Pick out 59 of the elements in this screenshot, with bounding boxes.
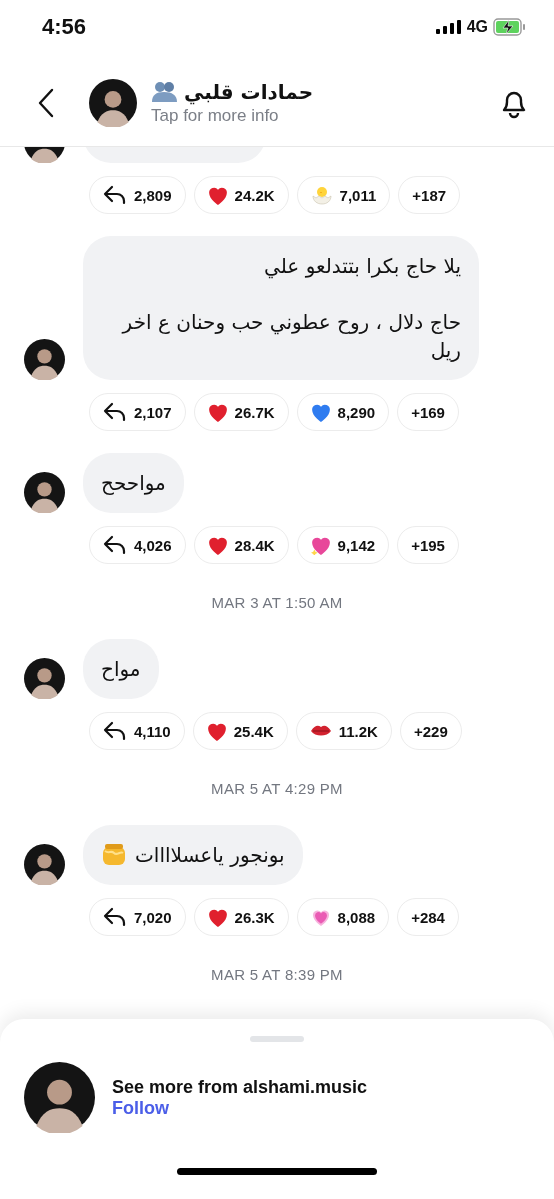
sparkling-heart-icon	[310, 535, 331, 555]
back-icon[interactable]	[38, 88, 54, 118]
reaction-chip[interactable]: +169	[397, 393, 459, 431]
reaction-chip[interactable]: 7,020	[89, 898, 186, 936]
reaction-chip[interactable]: 4,110	[89, 712, 185, 750]
avatar[interactable]	[89, 79, 137, 127]
network-label: 4G	[466, 18, 488, 36]
reaction-chip[interactable]: 11.2K	[295, 712, 392, 750]
heart-icon	[206, 721, 227, 741]
glowing-heart-icon	[310, 907, 331, 927]
heart-icon	[207, 907, 228, 927]
reply-arrow-icon	[103, 721, 127, 741]
reaction-chip[interactable]: 26.7K	[193, 393, 289, 431]
sender-avatar[interactable]	[24, 844, 65, 885]
sender-avatar[interactable]	[24, 339, 65, 380]
reply-arrow-icon	[103, 907, 127, 927]
reaction-chip[interactable]: 25.4K	[192, 712, 288, 750]
clock-time: 4:56	[42, 14, 87, 40]
signal-icon	[435, 20, 462, 34]
heart-icon	[207, 185, 228, 205]
people-hugging-icon	[151, 81, 178, 103]
reply-arrow-icon	[103, 185, 127, 205]
timestamp: MAR 5 AT 8:39 PM	[210, 966, 344, 983]
message-bubble[interactable]: مواححح	[83, 453, 184, 513]
reaction-chip[interactable]: +229	[399, 712, 462, 750]
chat-title[interactable]: حمادات قلبي	[184, 80, 314, 104]
reaction-chip[interactable]: 8,088	[296, 898, 390, 936]
sender-avatar[interactable]	[24, 658, 65, 699]
reply-arrow-icon	[103, 535, 127, 555]
message-bubble[interactable]: بونجور ياعسلاااات	[83, 825, 303, 885]
see-more-text: See more from alshami.music	[112, 1076, 368, 1098]
reaction-chip[interactable]: 9,142	[296, 526, 390, 564]
reply-arrow-icon	[103, 402, 127, 422]
follow-link[interactable]: Follow	[112, 1097, 368, 1119]
reaction-chip[interactable]: 2,809	[89, 176, 186, 214]
battery-charging-icon	[493, 18, 526, 36]
heart-icon	[310, 402, 331, 422]
message-bubble[interactable]: مواح	[83, 639, 159, 699]
honey-pot-icon	[101, 841, 127, 867]
reaction-chip[interactable]: 4,026	[89, 526, 186, 564]
reaction-chip[interactable]: 8,290	[296, 393, 390, 431]
sheet-handle[interactable]	[250, 1036, 304, 1042]
reaction-chip[interactable]: +284	[397, 898, 459, 936]
message-bubble[interactable]: يلا حاج بكرا بتتدلعو علي حاج دلال ، روح عطوني حب وحنان ع اخر ريل	[83, 236, 479, 380]
sender-avatar[interactable]	[24, 472, 65, 513]
hatching-chick-icon	[310, 185, 333, 205]
reaction-chip[interactable]: 26.3K	[193, 898, 289, 936]
reaction-chip[interactable]: 24.2K	[193, 176, 289, 214]
heart-icon	[207, 402, 228, 422]
reaction-chip[interactable]: 28.4K	[193, 526, 289, 564]
reaction-chip[interactable]: +195	[397, 526, 459, 564]
profile-avatar[interactable]	[24, 1062, 95, 1133]
chat-subtitle[interactable]: Tap for more info	[151, 106, 500, 126]
timestamp: MAR 5 AT 4:29 PM	[210, 780, 344, 797]
timestamp: MAR 3 AT 1:50 AM	[210, 594, 344, 611]
reaction-chip[interactable]: +187	[398, 176, 461, 214]
reaction-chip[interactable]: 2,107	[89, 393, 186, 431]
reaction-chip[interactable]: 7,011	[296, 176, 391, 214]
heart-icon	[207, 535, 228, 555]
